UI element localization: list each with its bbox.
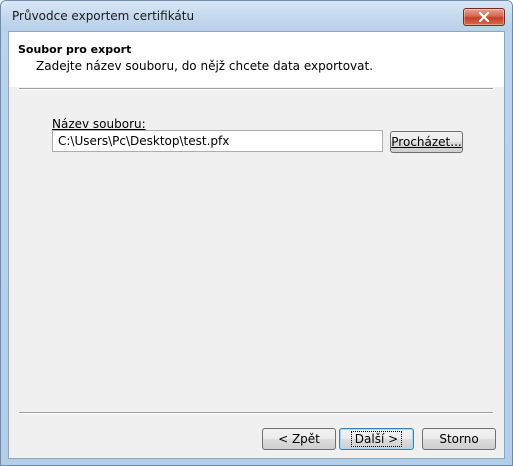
back-button[interactable]: < Zpět (262, 428, 336, 450)
footer-divider (19, 412, 493, 414)
browse-button-label: Procházet... (391, 135, 462, 149)
browse-button[interactable]: Procházet... (390, 131, 463, 153)
wizard-client-area: Soubor pro export Zadejte název souboru,… (8, 31, 505, 459)
export-wizard-window: Průvodce exportem certifikátu Soubor pro… (0, 0, 513, 466)
page-title: Soubor pro export (18, 43, 132, 56)
page-subtitle: Zadejte název souboru, do nějž chcete da… (36, 59, 374, 73)
cancel-button[interactable]: Storno (422, 428, 496, 450)
cancel-button-label: Storno (439, 432, 479, 446)
filename-label: Název souboru: (52, 117, 146, 131)
close-icon (478, 12, 490, 22)
back-button-label: < Zpět (278, 432, 320, 446)
window-title: Průvodce exportem certifikátu (12, 9, 195, 23)
title-bar[interactable]: Průvodce exportem certifikátu (1, 1, 512, 31)
close-button[interactable] (463, 8, 505, 26)
filename-label-text: Název souboru: (52, 117, 146, 131)
header-divider (19, 88, 493, 90)
next-button[interactable]: Další > (339, 428, 414, 450)
filename-input[interactable] (52, 130, 383, 152)
wizard-header: Soubor pro export Zadejte název souboru,… (9, 32, 504, 87)
next-button-label: Další > (350, 431, 403, 447)
